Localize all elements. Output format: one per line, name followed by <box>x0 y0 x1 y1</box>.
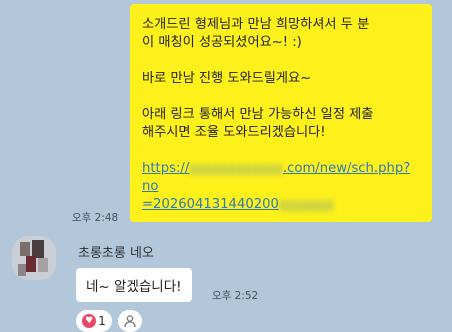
received-message-bubble[interactable]: 네~ 알겠습니다! <box>76 268 192 302</box>
avatar[interactable] <box>12 236 56 280</box>
sent-message-line: 해주시면 조율 도와드리겠습니다! <box>142 125 326 140</box>
chat-area: 소개드린 형제님과 만남 희망하셔서 두 분 이 매칭이 성공되셨어요~! :)… <box>0 0 452 332</box>
heart-reaction[interactable]: ♥ 1 <box>76 310 112 332</box>
add-reaction-button[interactable] <box>118 310 142 332</box>
schedule-link[interactable]: https://xxxxxxxxxxxx.com/new/sch.php?no <box>142 160 422 196</box>
sender-name: 초롱초롱 네오 <box>78 246 154 261</box>
schedule-link-prefix: https:// <box>142 161 190 176</box>
sent-message-line: 바로 만남 진행 도와드릴게요~ <box>142 71 312 86</box>
heart-icon: ♥ <box>82 314 97 328</box>
schedule-link-continued[interactable]: =202604131440200xxxxxxx <box>142 196 422 214</box>
sent-message-time: 오후 2:48 <box>72 212 119 224</box>
redacted-id: xxxxxxx <box>278 197 334 212</box>
heart-reaction-count: 1 <box>98 314 106 328</box>
redacted-domain: xxxxxxxxxxxx <box>189 161 283 176</box>
sent-message-line: 이 매칭이 성공되셨어요~! :) <box>142 35 302 50</box>
received-message-time: 오후 2:52 <box>212 290 259 302</box>
sent-message-line: 아래 링크 통해서 만남 가능하신 일정 제출 <box>142 107 374 122</box>
person-add-reaction-icon <box>124 315 136 328</box>
sent-message-line: 소개드린 형제님과 만남 희망하셔서 두 분 <box>142 17 370 32</box>
received-message-text: 네~ 알겠습니다! <box>86 279 182 295</box>
sent-message-bubble[interactable]: 소개드린 형제님과 만남 희망하셔서 두 분 이 매칭이 성공되셨어요~! :)… <box>130 4 432 222</box>
schedule-link-id: =202604131440200 <box>142 197 279 212</box>
